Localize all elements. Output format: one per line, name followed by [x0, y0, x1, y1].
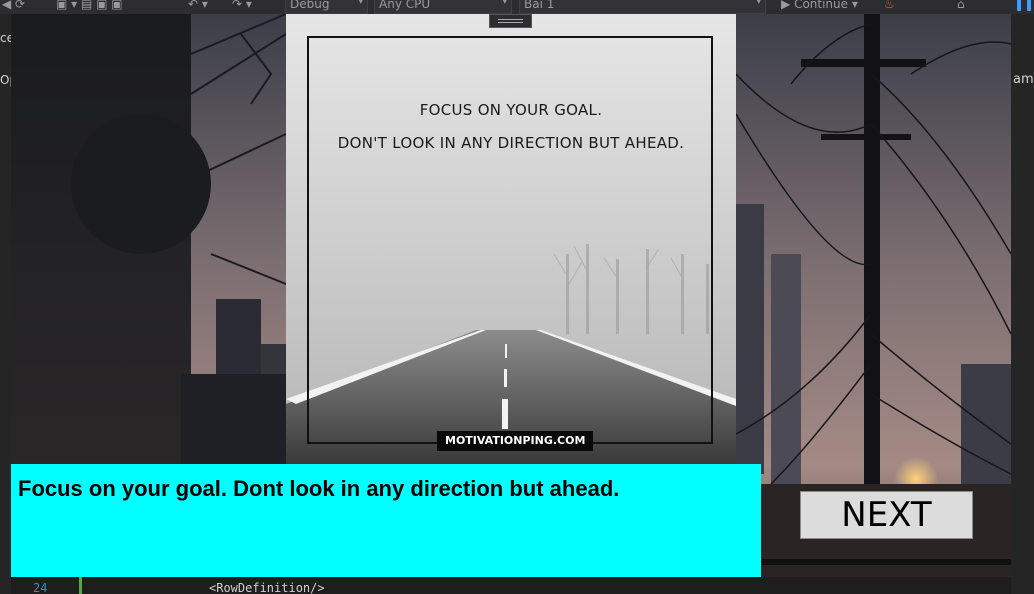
next-button[interactable]: NEXT: [800, 491, 973, 539]
caption-box: Focus on your goal. Dont look in any dir…: [11, 464, 761, 577]
project-combo-label: Bai 1: [524, 0, 555, 11]
fire-icon[interactable]: ♨: [884, 0, 895, 11]
line-number: 24: [33, 581, 48, 594]
code-editor[interactable]: 24 <RowDefinition/>: [11, 577, 1011, 594]
quote-image: FOCUS ON YOUR GOAL. DON'T LOOK IN ANY DI…: [286, 14, 736, 464]
watermark: MOTIVATIONPING.COM: [437, 431, 594, 451]
caption-text: Focus on your goal. Dont look in any dir…: [18, 476, 620, 501]
quote-line-2: DON'T LOOK IN ANY DIRECTION BUT AHEAD.: [337, 134, 685, 152]
config-combo[interactable]: Debug ▾: [285, 0, 368, 14]
undo-icon[interactable]: ↶ ▾: [188, 0, 208, 11]
home-icon[interactable]: ⌂: [957, 0, 965, 11]
quote-line-1: FOCUS ON YOUR GOAL.: [419, 101, 603, 119]
ide-right-panel: aml: [1011, 14, 1034, 594]
left-tab-2[interactable]: Op: [0, 73, 11, 87]
redo-icon[interactable]: ↷ ▾: [232, 0, 252, 11]
save-icon[interactable]: ▣ ▾ ▤ ▣ ▣: [56, 0, 123, 11]
continue-label: Continue: [794, 0, 849, 11]
code-line: <RowDefinition/>: [209, 581, 325, 594]
config-combo-label: Debug: [290, 0, 330, 11]
ide-toolbar: ◀ ⟳ ▣ ▾ ▤ ▣ ▣ ↶ ▾ ↷ ▾ Debug ▾ Any CPU ▾ Ba…: [0, 0, 1034, 14]
platform-combo-label: Any CPU: [379, 0, 431, 11]
quote-frame: [307, 36, 713, 444]
platform-combo[interactable]: Any CPU ▾: [374, 0, 512, 14]
ide-left-panel: ce Op: [0, 14, 11, 594]
change-marker: [79, 577, 82, 594]
back-icon[interactable]: ◀ ⟳: [2, 0, 25, 11]
drag-handle[interactable]: [489, 14, 532, 28]
project-combo[interactable]: Bai 1 ▾: [519, 0, 766, 14]
app-window: FOCUS ON YOUR GOAL. DON'T LOOK IN ANY DI…: [11, 14, 1011, 577]
pause-icon[interactable]: ❚❚: [1014, 0, 1034, 11]
left-tab-1[interactable]: ce: [0, 31, 11, 45]
right-tab[interactable]: aml: [1013, 72, 1034, 87]
continue-button[interactable]: ▶ Continue ▾: [781, 0, 858, 11]
play-icon: ▶: [781, 0, 791, 11]
